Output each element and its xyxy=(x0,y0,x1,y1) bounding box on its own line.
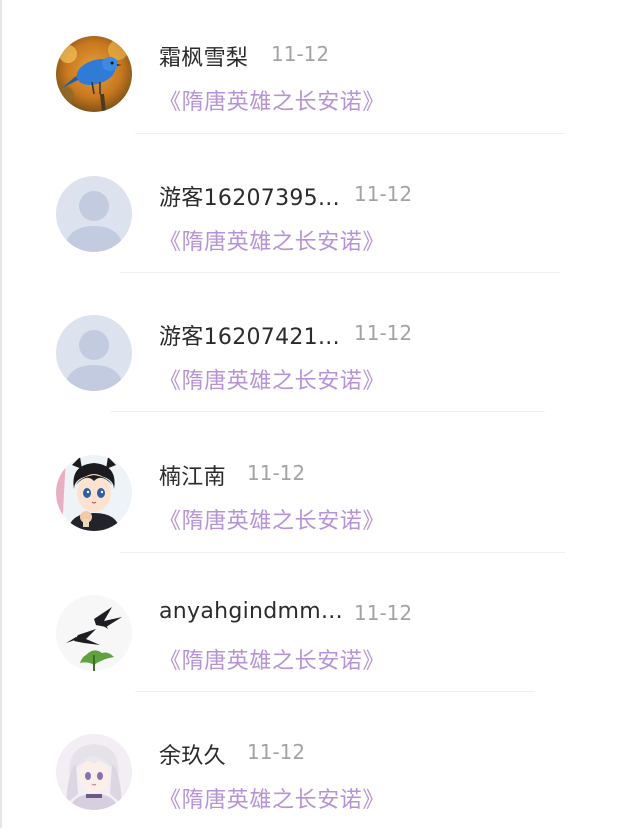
bird-avatar-icon[interactable] xyxy=(56,36,132,112)
book-title-link[interactable]: 《隋唐英雄之长安诺》 xyxy=(159,84,385,116)
row-divider xyxy=(120,552,565,553)
row-divider xyxy=(110,411,545,412)
list-item[interactable]: 霜枫雪梨 11-12 《隋唐英雄之长安诺》 xyxy=(0,0,640,139)
book-title-link[interactable]: 《隋唐英雄之长安诺》 xyxy=(159,643,385,675)
default-user-avatar-icon[interactable] xyxy=(56,315,132,391)
row-divider xyxy=(120,272,560,273)
book-title-link[interactable]: 《隋唐英雄之长安诺》 xyxy=(159,503,385,535)
list-item[interactable]: 余玖久 11-12 《隋唐英雄之长安诺》 xyxy=(0,698,640,837)
row-divider xyxy=(135,691,535,692)
user-name[interactable]: anyahgindmm... xyxy=(159,599,343,624)
list-item[interactable]: 楠江南 11-12 《隋唐英雄之长安诺》 xyxy=(0,419,640,558)
user-name[interactable]: 楠江南 xyxy=(159,459,226,491)
list-item[interactable]: anyahgindmm... 11-12 《隋唐英雄之长安诺》 xyxy=(0,559,640,698)
user-name[interactable]: 游客16207421... xyxy=(159,319,340,351)
default-user-avatar-icon[interactable] xyxy=(56,176,132,252)
anime-girl-avatar-icon[interactable] xyxy=(56,734,132,810)
comment-date: 11-12 xyxy=(271,42,330,66)
swallows-avatar-icon[interactable] xyxy=(56,595,132,671)
comment-date: 11-12 xyxy=(354,182,413,206)
user-name[interactable]: 余玖久 xyxy=(159,738,226,770)
user-name[interactable]: 霜枫雪梨 xyxy=(159,40,248,72)
user-name[interactable]: 游客16207395... xyxy=(159,180,340,212)
book-title-link[interactable]: 《隋唐英雄之长安诺》 xyxy=(159,363,385,395)
comment-date: 11-12 xyxy=(354,601,413,625)
anime-boy-avatar-icon[interactable] xyxy=(56,455,132,531)
comment-date: 11-12 xyxy=(247,740,306,764)
book-title-link[interactable]: 《隋唐英雄之长安诺》 xyxy=(159,224,385,256)
row-divider xyxy=(135,133,565,134)
list-item[interactable]: 游客16207395... 11-12 《隋唐英雄之长安诺》 xyxy=(0,140,640,279)
comment-date: 11-12 xyxy=(354,321,413,345)
book-title-link[interactable]: 《隋唐英雄之长安诺》 xyxy=(159,782,385,814)
list-item[interactable]: 游客16207421... 11-12 《隋唐英雄之长安诺》 xyxy=(0,279,640,418)
comment-date: 11-12 xyxy=(247,461,306,485)
comment-list: 霜枫雪梨 11-12 《隋唐英雄之长安诺》 游客16207395... 11-1… xyxy=(0,0,640,828)
